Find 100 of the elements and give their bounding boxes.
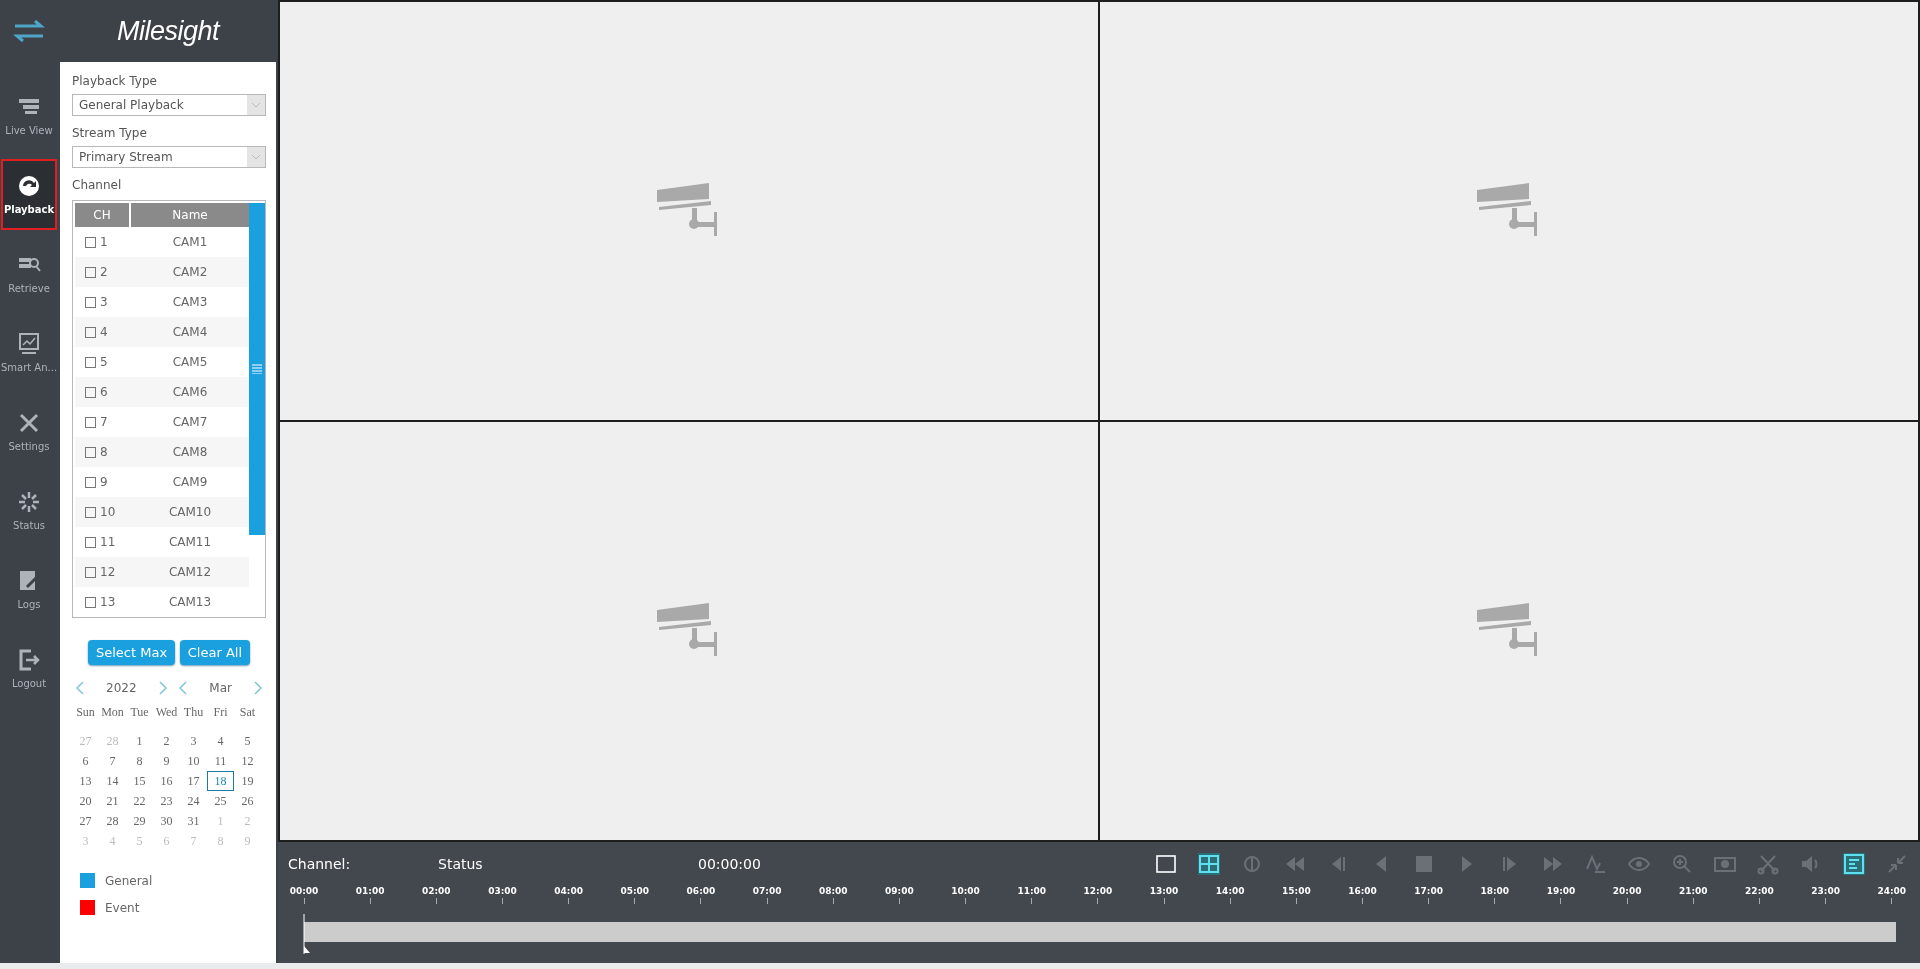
channel-number: 13 — [100, 595, 116, 609]
calendar-day[interactable]: 24 — [180, 791, 207, 811]
time-tick-label: 01:00 — [355, 886, 385, 896]
checkbox[interactable] — [85, 266, 96, 278]
calendar-day[interactable]: 3 — [180, 731, 207, 751]
calendar-day[interactable]: 10 — [180, 751, 207, 771]
checkbox[interactable] — [85, 446, 96, 458]
calendar-day[interactable]: 31 — [180, 811, 207, 831]
channel-name: CAM7 — [172, 415, 208, 429]
calendar-day[interactable]: 13 — [72, 771, 99, 791]
calendar-day[interactable]: 21 — [99, 791, 126, 811]
list-icon[interactable] — [1843, 853, 1865, 875]
checkbox[interactable] — [85, 296, 96, 308]
time-tick-label: 09:00 — [885, 886, 914, 896]
checkbox[interactable] — [85, 326, 96, 338]
calendar-day[interactable]: 8 — [126, 751, 153, 771]
checkbox[interactable] — [85, 476, 96, 488]
scrollbar-thumb[interactable] — [249, 203, 265, 535]
calendar-day[interactable]: 18 — [207, 771, 234, 791]
calendar-day[interactable]: 6 — [72, 751, 99, 771]
dropdown[interactable]: General Playback — [72, 94, 266, 116]
checkbox[interactable] — [85, 356, 96, 368]
calendar-day[interactable]: 12 — [234, 751, 261, 771]
status-icon — [17, 490, 41, 514]
calendar-day[interactable]: 7 — [99, 751, 126, 771]
previous-year-icon[interactable] — [76, 681, 84, 695]
video-tile[interactable] — [280, 2, 1098, 420]
calendar-day[interactable]: 28 — [99, 811, 126, 831]
checkbox[interactable] — [85, 596, 96, 608]
channel-number: 1 — [100, 235, 108, 249]
checkbox[interactable] — [85, 506, 96, 518]
calendar-day[interactable]: 2 — [153, 731, 180, 751]
nav-item[interactable]: Logout — [1, 633, 57, 704]
channel-name: CAM13 — [168, 595, 212, 609]
channel-number: 2 — [100, 265, 108, 279]
time-tick-label: 03:00 — [488, 886, 517, 896]
weekday-label: Thu — [182, 705, 205, 721]
channel-name: CAM10 — [168, 505, 212, 519]
checkbox[interactable] — [85, 236, 96, 248]
dropdown[interactable]: Primary Stream — [72, 146, 266, 168]
calendar-day[interactable]: 11 — [207, 751, 234, 771]
calendar-day[interactable]: 27 — [72, 811, 99, 831]
channel-number: 9 — [100, 475, 108, 489]
checkbox[interactable] — [85, 416, 96, 428]
timeline-track[interactable] — [304, 922, 1896, 942]
previous-month-icon[interactable] — [179, 681, 188, 695]
calendar-day[interactable]: 5 — [234, 731, 261, 751]
time-display: 00:00:00 — [698, 856, 761, 872]
calendar-day[interactable]: 14 — [99, 771, 126, 791]
checkbox[interactable] — [85, 536, 96, 548]
video-tile[interactable] — [1100, 2, 1918, 420]
channel-number: 10 — [100, 505, 116, 519]
playhead[interactable] — [303, 914, 311, 954]
channel-number: 7 — [100, 415, 108, 429]
time-tick-label: 22:00 — [1745, 886, 1774, 896]
nav-item[interactable]: Retrieve — [1, 238, 57, 309]
channel-number: 6 — [100, 385, 108, 399]
calendar-day[interactable]: 29 — [126, 811, 153, 831]
calendar-day[interactable]: 19 — [234, 771, 261, 791]
nav-item[interactable]: Playback — [1, 159, 57, 230]
calendar-day[interactable]: 25 — [207, 791, 234, 811]
video-tile[interactable] — [280, 422, 1098, 840]
calendar-day[interactable]: 20 — [72, 791, 99, 811]
time-tick-label: 14:00 — [1215, 886, 1245, 896]
calendar-day[interactable]: 1 — [126, 731, 153, 751]
action-button[interactable]: Select Max — [88, 640, 176, 665]
checkbox[interactable] — [85, 566, 96, 578]
time-tick-label: 08:00 — [818, 886, 848, 896]
calendar-day[interactable]: 22 — [126, 791, 153, 811]
next-year-icon[interactable] — [158, 681, 167, 695]
nav-item[interactable]: Settings — [1, 396, 57, 467]
channel-number: 11 — [100, 535, 116, 549]
nav-item[interactable]: Logs — [1, 554, 57, 625]
calendar-day[interactable]: 15 — [126, 771, 153, 791]
logout-icon — [17, 648, 41, 672]
field-label: Playback Type — [72, 74, 158, 88]
quad-view-icon[interactable] — [1198, 853, 1220, 875]
weekday-label: Wed — [154, 705, 179, 721]
chart-icon — [17, 332, 41, 356]
calendar-day[interactable]: 9 — [153, 751, 180, 771]
calendar-day[interactable]: 23 — [153, 791, 180, 811]
playback-icon — [17, 174, 41, 198]
time-tick-label: 20:00 — [1612, 886, 1642, 896]
next-month-icon[interactable] — [254, 681, 262, 695]
calendar-day[interactable]: 4 — [207, 731, 234, 751]
calendar-day[interactable]: 16 — [153, 771, 180, 791]
calendar-day[interactable]: 30 — [153, 811, 180, 831]
calendar-day[interactable]: 17 — [180, 771, 207, 791]
nav-item[interactable]: Live View — [1, 80, 57, 151]
time-tick-label: 17:00 — [1414, 886, 1443, 896]
checkbox[interactable] — [85, 386, 96, 398]
single-view-icon[interactable] — [1155, 853, 1177, 875]
nav-item[interactable]: Status — [1, 475, 57, 546]
channel-name: CAM2 — [172, 265, 208, 279]
nav-item[interactable]: Smart An... — [1, 317, 57, 388]
calendar-day[interactable]: 26 — [234, 791, 261, 811]
time-tick-label: 07:00 — [752, 886, 782, 896]
video-tile[interactable] — [1100, 422, 1918, 840]
switch-arrows-icon[interactable] — [13, 19, 45, 43]
action-button[interactable]: Clear All — [179, 640, 250, 665]
